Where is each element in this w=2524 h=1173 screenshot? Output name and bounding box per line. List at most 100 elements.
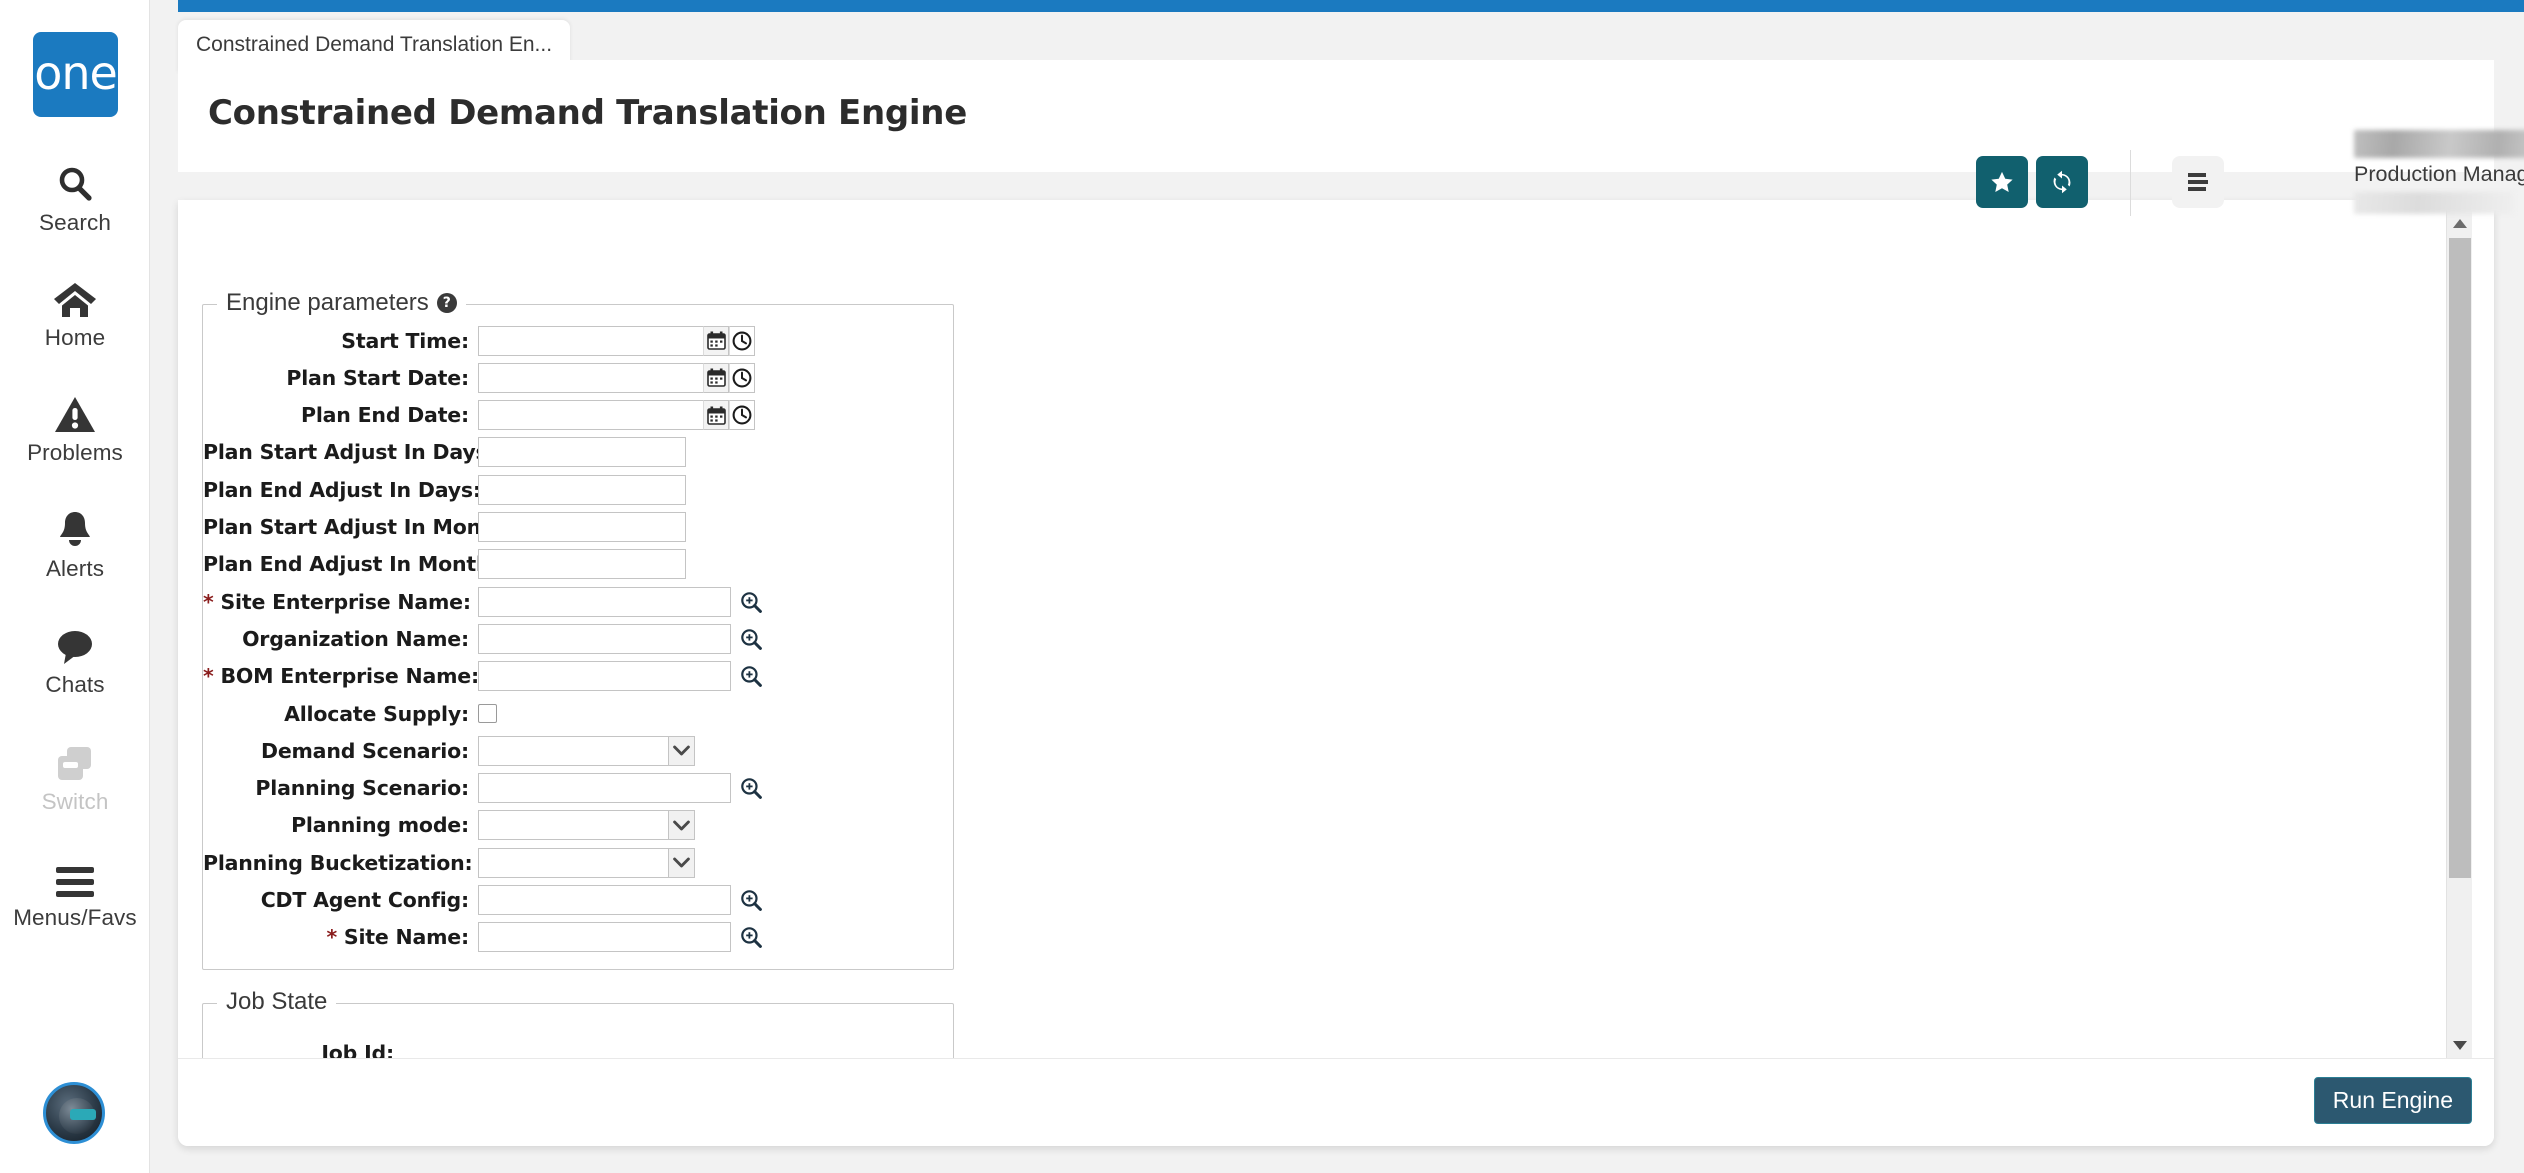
- page-header: Constrained Demand Translation Engine Pr…: [178, 60, 2524, 216]
- footer-bar: Run Engine: [178, 1058, 2494, 1146]
- clock-icon[interactable]: [729, 362, 755, 393]
- favorite-button[interactable]: [1976, 156, 2028, 208]
- scroll-down-button[interactable]: [2447, 1032, 2473, 1058]
- calendar-icon[interactable]: [703, 400, 729, 431]
- text-input[interactable]: [478, 437, 686, 468]
- magnifier-search-icon[interactable]: [740, 889, 762, 911]
- lookup-field: [478, 885, 762, 915]
- clock-icon[interactable]: [729, 325, 755, 356]
- dropdown-value[interactable]: [478, 810, 668, 841]
- sidebar-item-problems[interactable]: Problems: [0, 388, 150, 466]
- text-input[interactable]: [478, 549, 686, 580]
- field-label: Organization Name:: [203, 627, 478, 651]
- chevron-down-icon[interactable]: [668, 810, 695, 841]
- field-label: Demand Scenario:: [203, 739, 478, 763]
- engine-parameters-legend-text: Engine parameters: [226, 289, 429, 316]
- field-label-text: Allocate Supply:: [284, 701, 469, 726]
- avatar[interactable]: [43, 1082, 105, 1144]
- sidebar-item-label: Home: [44, 325, 106, 350]
- calendar-icon[interactable]: [703, 362, 729, 393]
- field-label: * Site Name:: [203, 925, 478, 949]
- field-label-text: Plan End Adjust In Days:: [203, 477, 481, 502]
- help-icon[interactable]: ?: [436, 293, 457, 313]
- sidebar-item-label: Alerts: [45, 556, 105, 581]
- magnifier-search-icon[interactable]: [740, 591, 762, 613]
- chevron-down-icon[interactable]: [668, 735, 695, 766]
- run-engine-button[interactable]: Run Engine: [2313, 1077, 2472, 1124]
- field-label: Plan Start Adjust In Months:: [203, 515, 525, 539]
- field-label: Allocate Supply:: [203, 702, 478, 726]
- sidebar-item-label: Menus/Favs: [13, 905, 137, 930]
- text-input[interactable]: [478, 474, 686, 505]
- field-label: Planning mode:: [203, 813, 478, 837]
- datetime-input[interactable]: [478, 325, 703, 356]
- dropdown-field[interactable]: [478, 847, 695, 878]
- caret-down-icon: [2453, 1040, 2467, 1050]
- main-panel: Engine parameters ? Start Time: Plan Star…: [178, 200, 2494, 1146]
- clock-icon[interactable]: [729, 400, 755, 431]
- switch-icon: [55, 737, 95, 783]
- chevron-down-icon[interactable]: [668, 847, 695, 878]
- tab-bar: Constrained Demand Translation En...: [150, 12, 2524, 73]
- text-input[interactable]: [478, 512, 686, 542]
- sidebar-item-alerts[interactable]: Alerts: [0, 504, 150, 582]
- sidebar-item-home[interactable]: Home: [0, 273, 150, 351]
- avatar-visor: [70, 1109, 96, 1120]
- page-title: Constrained Demand Translation Engine: [208, 93, 967, 133]
- datetime-field: [478, 325, 755, 356]
- form-row: Plan Start Adjust In Days:: [203, 434, 686, 471]
- user-block[interactable]: Production Manager: [2354, 130, 2524, 214]
- refresh-button[interactable]: [2036, 156, 2088, 208]
- engine-parameters-legend: Engine parameters ?: [217, 289, 466, 317]
- datetime-input[interactable]: [478, 362, 703, 393]
- form-row: Plan End Adjust In Days:: [203, 471, 686, 508]
- field-label: Planning Bucketization:: [203, 851, 478, 875]
- user-role-label: Production Manager: [2354, 162, 2524, 186]
- lookup-input[interactable]: [478, 885, 731, 915]
- left-rail: one Search Home Problems Alerts Chats Switch M…: [0, 0, 150, 1173]
- lookup-field: [478, 922, 762, 953]
- header-menu-button[interactable]: [2172, 156, 2224, 208]
- lookup-input[interactable]: [478, 623, 731, 654]
- lookup-field: [478, 586, 762, 617]
- dropdown-value[interactable]: [478, 847, 668, 878]
- caret-up-icon: [2453, 218, 2467, 228]
- sidebar-item-switch[interactable]: Switch: [0, 737, 150, 815]
- sidebar-item-chats[interactable]: Chats: [0, 620, 150, 698]
- field-label: Plan End Adjust In Months:: [203, 552, 511, 576]
- dropdown-value[interactable]: [478, 735, 668, 766]
- job-state-legend: Job State: [217, 988, 337, 1016]
- field-label: Plan End Adjust In Days:: [203, 477, 481, 502]
- vertical-scrollbar[interactable]: [2446, 210, 2472, 1058]
- form-content-area: Engine parameters ? Start Time: Plan Star…: [178, 200, 2468, 1058]
- lookup-input[interactable]: [478, 661, 731, 692]
- lookup-input[interactable]: [478, 922, 731, 953]
- sidebar-item-search[interactable]: Search: [0, 158, 150, 236]
- scrollbar-thumb[interactable]: [2449, 238, 2471, 878]
- form-row: * Site Name:: [203, 919, 762, 956]
- allocate-supply-checkbox[interactable]: [478, 704, 497, 723]
- magnifier-search-icon[interactable]: [740, 777, 762, 799]
- lookup-field: [478, 623, 762, 654]
- form-row: Start Time:: [203, 322, 755, 359]
- calendar-icon[interactable]: [703, 325, 729, 356]
- form-row: Plan Start Adjust In Months:: [203, 509, 686, 546]
- dropdown-field[interactable]: [478, 810, 695, 841]
- magnifier-search-icon[interactable]: [740, 665, 762, 688]
- brand-logo[interactable]: one: [33, 32, 118, 117]
- datetime-field: [478, 362, 755, 393]
- field-label-text: Plan Start Date:: [286, 365, 469, 390]
- field-label: * BOM Enterprise Name:: [203, 664, 479, 688]
- lookup-input[interactable]: [478, 586, 731, 617]
- brand-logo-text: one: [34, 45, 118, 100]
- form-row: CDT Agent Config:: [203, 882, 762, 919]
- magnifier-search-icon[interactable]: [740, 628, 762, 650]
- datetime-input[interactable]: [478, 400, 703, 431]
- field-label-text: Plan End Date:: [301, 403, 469, 428]
- field-label-text: Plan Start Adjust In Months:: [203, 515, 525, 539]
- lookup-input[interactable]: [478, 773, 731, 804]
- sidebar-item-label: Search: [39, 210, 111, 235]
- dropdown-field[interactable]: [478, 735, 695, 766]
- magnifier-search-icon[interactable]: [740, 926, 762, 949]
- sidebar-item-menus-favs[interactable]: Menus/Favs: [0, 853, 150, 931]
